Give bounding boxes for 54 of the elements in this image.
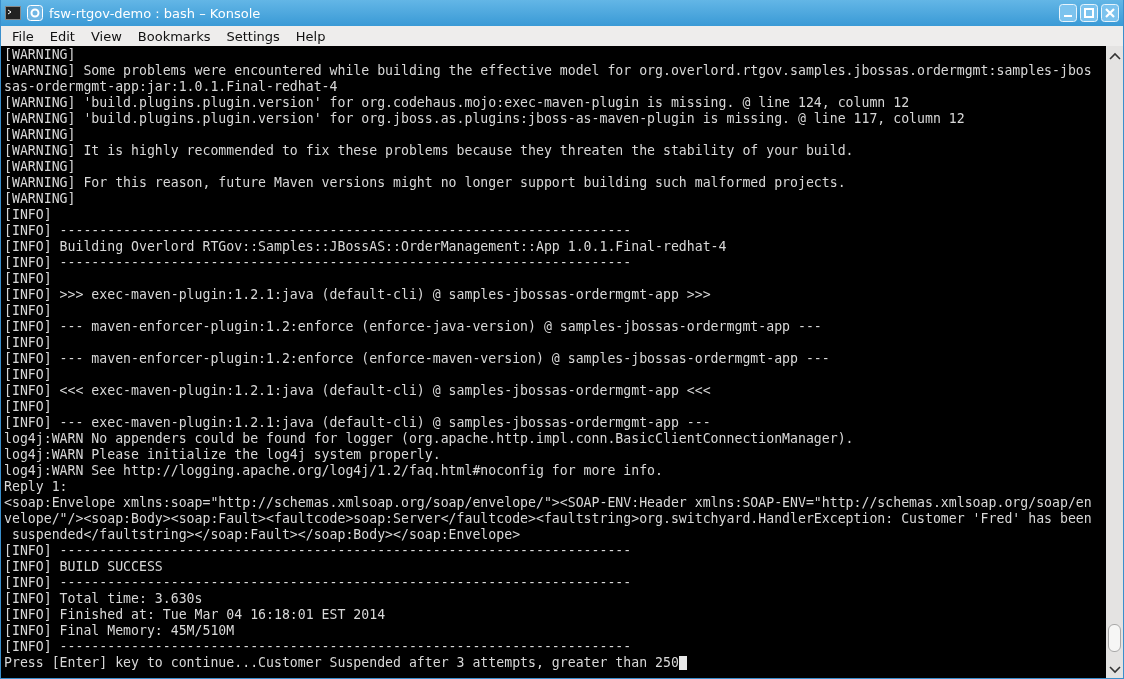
terminal-line: log4j:WARN Please initialize the log4j system properly. (4, 447, 441, 463)
terminal-line: [WARNING] For this reason, future Maven versions might no longer support building such malformed projects. (4, 175, 846, 191)
close-icon[interactable] (1101, 4, 1119, 22)
terminal-line: [INFO] (4, 335, 52, 351)
terminal-line: Press [Enter] key to continue...Customer Suspended after 3 attempts, greater than 250 (4, 655, 679, 671)
terminal-line: [INFO] (4, 207, 52, 223)
scroll-down-icon[interactable] (1108, 666, 1121, 674)
terminal-line: [WARNING] It is highly recommended to fix these problems because they threaten the stability of your build. (4, 143, 854, 159)
terminal-line: [INFO] ------------------------------------------------------------------------ (4, 639, 632, 655)
terminal-line: [INFO] --- maven-enforcer-plugin:1.2:enforce (enforce-maven-version) @ samples-jbossas-ordermgmt-app --- (4, 351, 830, 367)
terminal-line: [WARNING] (4, 159, 76, 175)
terminal-line: [INFO] Finished at: Tue Mar 04 16:18:01 EST 2014 (4, 607, 386, 623)
terminal-line: [WARNING] (4, 127, 76, 143)
text-cursor (678, 656, 687, 670)
terminal-line: [INFO] (4, 303, 52, 319)
menu-item[interactable]: Edit (41, 28, 83, 44)
terminal-line: [WARNING] Some problems were encountered while building the effective model for org.overlord.rtgov.samples.jbossas.ordermgmt:samples-jbos (4, 63, 1092, 79)
terminal-line: [INFO] --- exec-maven-plugin:1.2.1:java (default-cli) @ samples-jbossas-ordermgmt-app --- (4, 415, 711, 431)
terminal-line: [INFO] --- maven-enforcer-plugin:1.2:enforce (enforce-java-version) @ samples-jbossas-ordermgmt-app --- (4, 319, 822, 335)
terminal-line: suspended</faultstring></soap:Fault></soap:Body></soap:Envelope> (10, 527, 521, 543)
terminal-line: log4j:WARN See http://logging.apache.org/log4j/1.2/faq.html#noconfig for more info. (4, 463, 663, 479)
terminal-line: Reply 1: (4, 479, 68, 495)
terminal-line: [WARNING] 'build.plugins.plugin.version' for org.codehaus.mojo:exec-maven-plugin is missing. @ line 124, column 12 (4, 95, 910, 111)
window-title: fsw-rtgov-demo : bash – Konsole (49, 5, 261, 21)
terminal-line: [INFO] (4, 399, 52, 415)
terminal-line: [INFO] >>> exec-maven-plugin:1.2.1:java (default-cli) @ samples-jbossas-ordermgmt-app >>> (4, 287, 711, 303)
maximize-icon[interactable] (1080, 4, 1098, 22)
terminal-line: sas-ordermgmt-app:jar:1.0.1.Final-redhat-4 (4, 79, 338, 95)
terminal-line: log4j:WARN No appenders could be found for logger (org.apache.http.impl.conn.BasicClientConnectionManager). (4, 431, 854, 447)
terminal-line: [INFO] Building Overlord RTGov::Samples::JBossAS::OrderManagement::App 1.0.1.Final-redhat-4 (4, 239, 727, 255)
minimize-icon[interactable] (1059, 4, 1077, 22)
menu-item[interactable]: View (82, 28, 130, 44)
terminal-line: [INFO] ------------------------------------------------------------------------ (4, 543, 632, 559)
terminal-line: [INFO] <<< exec-maven-plugin:1.2.1:java (default-cli) @ samples-jbossas-ordermgmt-app <<< (4, 383, 711, 399)
terminal-line: [INFO] Final Memory: 45M/510M (4, 623, 235, 639)
terminal-line: [INFO] (4, 271, 52, 287)
terminal-line: [WARNING] (4, 47, 76, 63)
terminal-line: [INFO] ------------------------------------------------------------------------ (4, 255, 632, 271)
menu-item[interactable]: Help (287, 28, 334, 44)
terminal-line: [INFO] ------------------------------------------------------------------------ (4, 223, 632, 239)
menu-item[interactable]: Bookmarks (129, 28, 219, 44)
terminal-line: [INFO] (4, 367, 52, 383)
terminal-line: <soap:Envelope xmlns:soap="http://schemas.xmlsoap.org/soap/envelope/"><SOAP-ENV:Header xmlns:SOAP-ENV="http://schemas.xmlsoap.org/soap/en (4, 495, 1092, 511)
terminal-line: [WARNING] 'build.plugins.plugin.version' for org.jboss.as.plugins:jboss-as-maven-plugin is missing. @ line 117, column 12 (4, 111, 965, 127)
terminal-line: [INFO] ------------------------------------------------------------------------ (4, 575, 632, 591)
terminal-icon (5, 6, 21, 20)
menu-item[interactable]: Settings (218, 28, 288, 44)
menu-item[interactable]: File (4, 28, 42, 44)
terminal-line: [INFO] BUILD SUCCESS (4, 559, 163, 575)
terminal-line: [INFO] Total time: 3.630s (4, 591, 203, 607)
terminal-line: [WARNING] (4, 191, 76, 207)
terminal-line: velope/"/><soap:Body><soap:Fault><faultcode>soap:Server</faultcode><faultstring>org.switchyard.HandlerException: Customer 'Fred' has been (4, 511, 1092, 527)
scroll-thumb[interactable] (1108, 624, 1121, 652)
scroll-up-icon[interactable] (1108, 52, 1121, 60)
